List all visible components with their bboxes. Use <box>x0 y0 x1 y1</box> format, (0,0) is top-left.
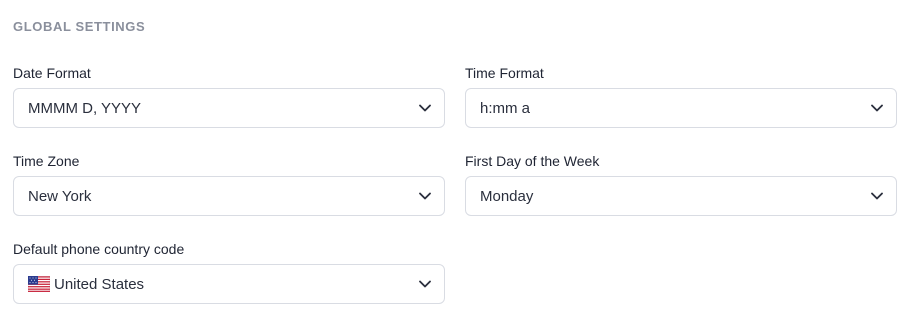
time-zone-value: New York <box>28 187 92 205</box>
chevron-down-icon <box>870 189 884 203</box>
time-format-field: Time Format h:mm a <box>465 63 897 128</box>
phone-country-code-label: Default phone country code <box>13 241 185 257</box>
time-format-value: h:mm a <box>480 99 531 117</box>
time-zone-label: Time Zone <box>13 153 80 169</box>
phone-country-code-select[interactable]: United States <box>13 264 445 304</box>
first-day-of-week-value: Monday <box>480 187 534 205</box>
chevron-down-icon <box>418 277 432 291</box>
phone-country-code-value-wrap: United States <box>28 276 418 293</box>
section-title: GLOBAL SETTINGS <box>13 19 146 34</box>
us-flag-icon <box>28 275 51 293</box>
first-day-of-week-select[interactable]: Monday <box>465 176 897 216</box>
phone-country-code-value: United States <box>54 275 145 293</box>
chevron-down-icon <box>870 101 884 115</box>
date-format-value: MMMM D, YYYY <box>28 99 142 117</box>
chevron-down-icon <box>418 189 432 203</box>
time-zone-field: Time Zone New York <box>13 151 445 216</box>
first-day-of-week-label: First Day of the Week <box>465 153 600 169</box>
time-format-select[interactable]: h:mm a <box>465 88 897 128</box>
phone-country-code-field: Default phone country code United States <box>13 239 445 304</box>
date-format-label: Date Format <box>13 65 91 81</box>
time-zone-select[interactable]: New York <box>13 176 445 216</box>
chevron-down-icon <box>418 101 432 115</box>
date-format-field: Date Format MMMM D, YYYY <box>13 63 445 128</box>
time-format-label: Time Format <box>465 65 544 81</box>
date-format-select[interactable]: MMMM D, YYYY <box>13 88 445 128</box>
first-day-of-week-field: First Day of the Week Monday <box>465 151 897 216</box>
